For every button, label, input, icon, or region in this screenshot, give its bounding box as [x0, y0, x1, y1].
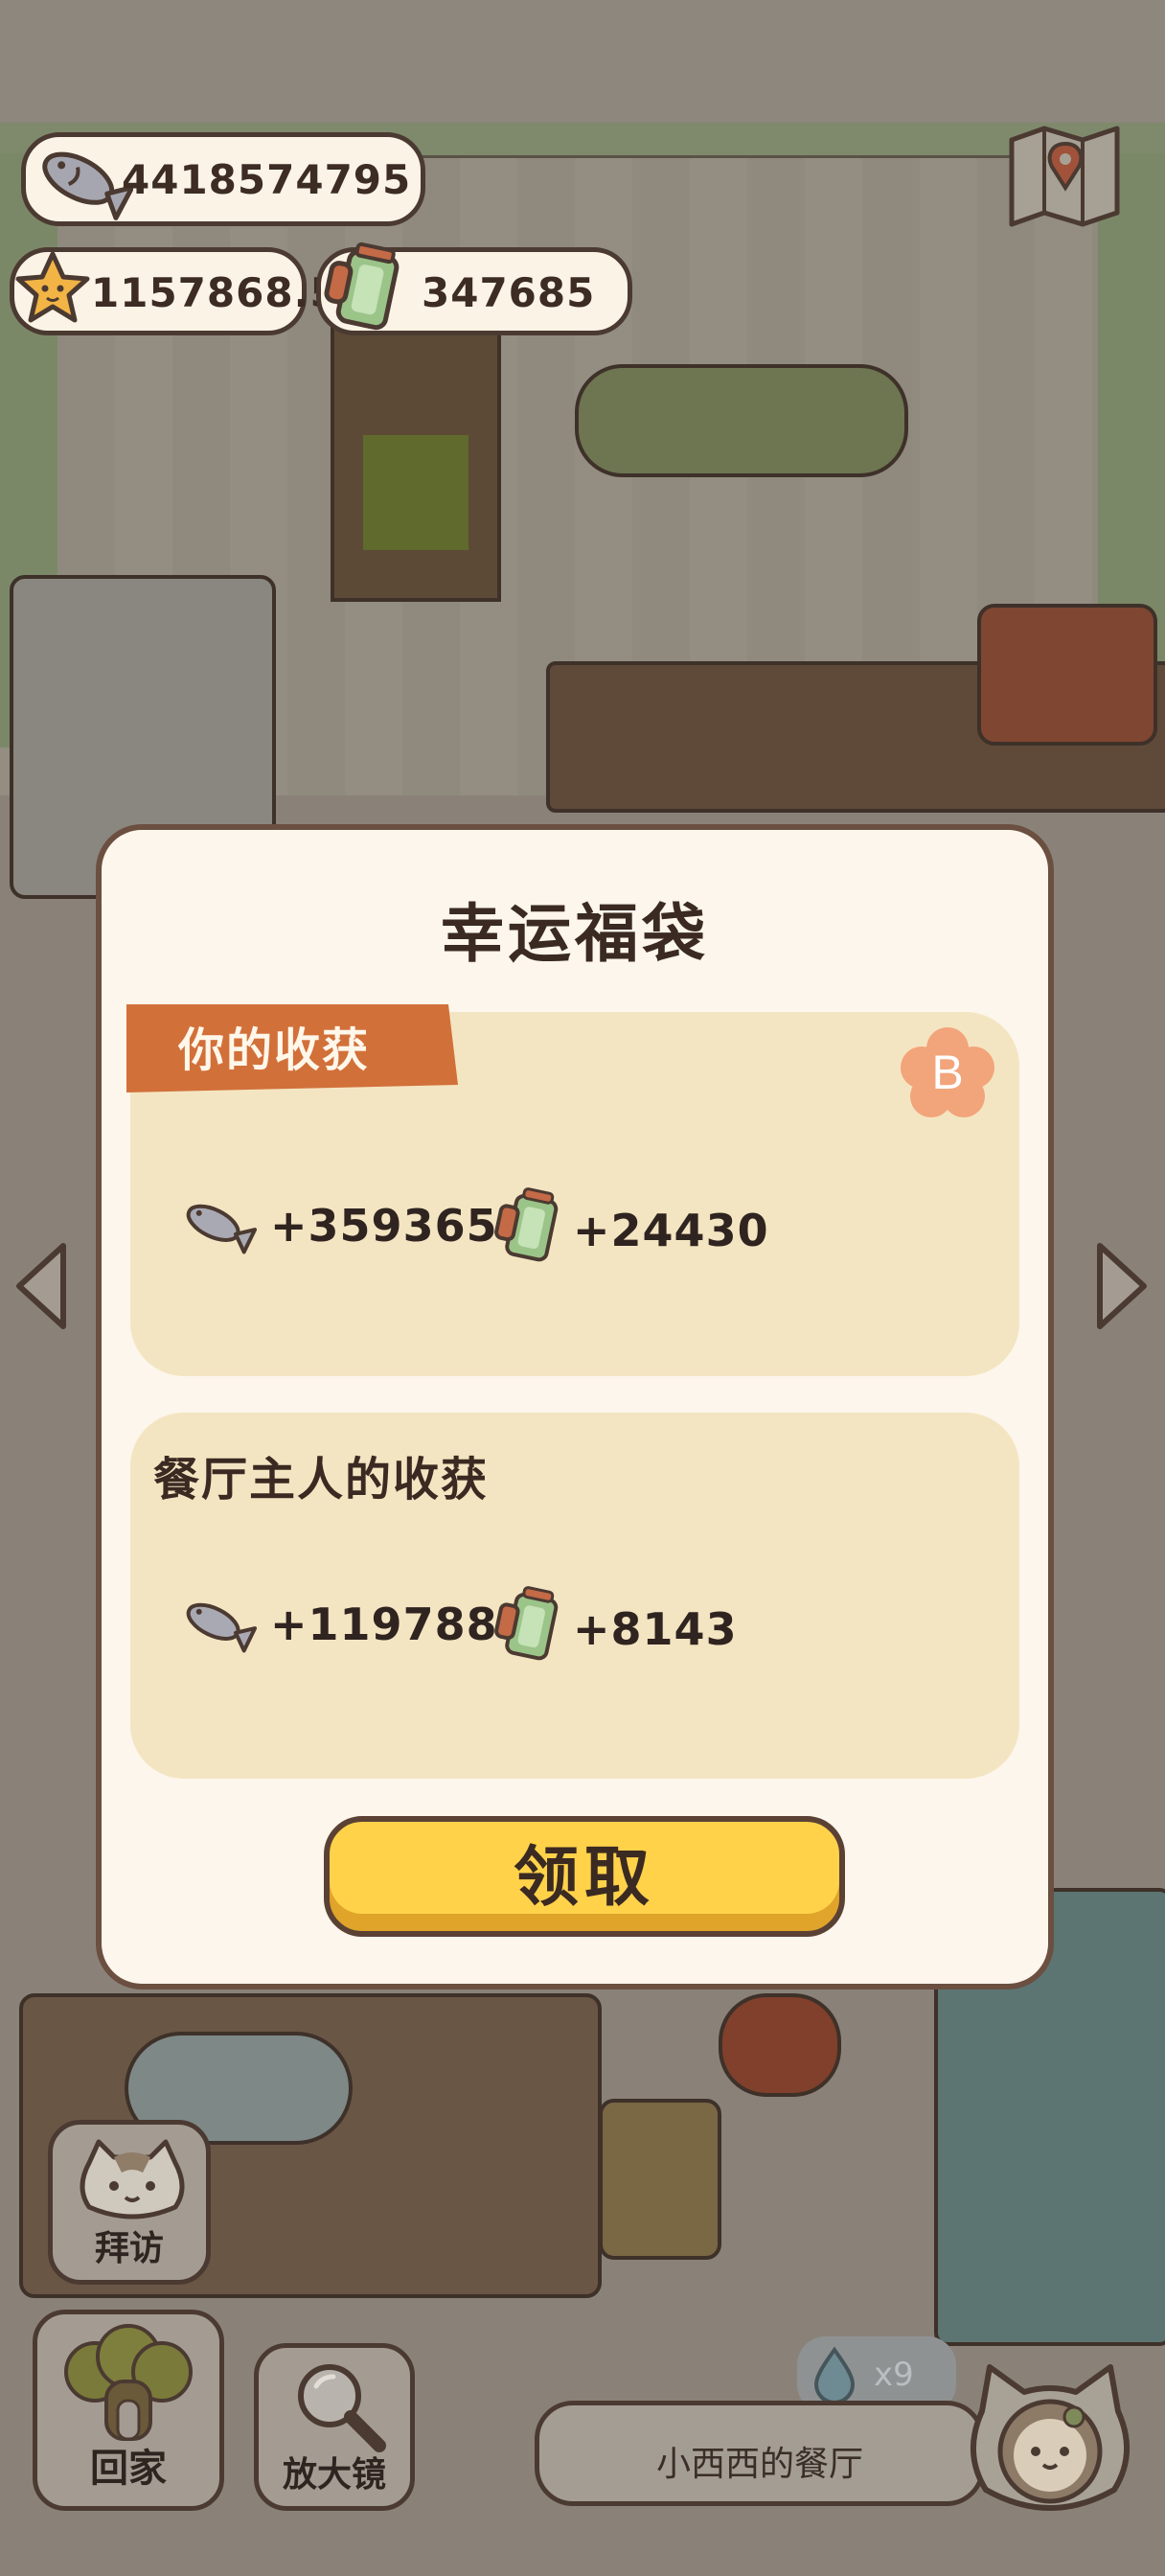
- cup-currency-counter: 347685: [316, 242, 632, 335]
- window-decor: [331, 316, 501, 602]
- claim-button[interactable]: 领取: [324, 1816, 845, 1937]
- water-drop-count: x9: [874, 2356, 914, 2394]
- fish-icon: [34, 137, 135, 229]
- owner-fish-reward: +119788: [178, 1591, 498, 1658]
- star-count-value: 1157868.5: [91, 269, 339, 316]
- your-fish-reward: +359365: [178, 1192, 498, 1259]
- visit-button[interactable]: 拜访: [48, 2120, 211, 2285]
- restaurant-name: 小西西的餐厅: [655, 2445, 863, 2484]
- next-arrow-button[interactable]: [1088, 1236, 1155, 1336]
- visit-label: 拜访: [94, 2229, 164, 2268]
- owner-cup-reward: +8143: [492, 1585, 738, 1666]
- chevron-left-icon: [16, 1243, 66, 1329]
- flower-badge-icon: B: [901, 1027, 994, 1117]
- star-rating-counter: 1157868.5: [10, 247, 338, 335]
- cat-face-icon: [80, 2139, 185, 2220]
- claim-button-label: 领取: [513, 1839, 655, 1916]
- your-harvest-panel: 你的收获 B +359365 +24430: [126, 1004, 1019, 1376]
- owner-harvest-panel: 餐厅主人的收获 +119788 +8143: [130, 1413, 1019, 1779]
- owner-cup-amount: +8143: [573, 1603, 738, 1655]
- magnifier-button[interactable]: 放大镜: [254, 2343, 415, 2511]
- chevron-right-icon: [1097, 1243, 1147, 1329]
- your-cup-amount: +24430: [573, 1205, 769, 1256]
- water-drop-icon: [813, 2346, 856, 2404]
- grade-badge: B: [895, 1025, 1000, 1121]
- lucky-bag-dialog: 幸运福袋 你的收获 B +359365 +24430 餐厅主人的收获 +1197…: [96, 824, 1054, 1990]
- cat-avatar-icon: [971, 2364, 1130, 2511]
- your-harvest-ribbon: 你的收获: [126, 1004, 464, 1092]
- map-icon: [1009, 126, 1120, 227]
- fish-currency-counter: 4418574795: [21, 132, 425, 226]
- your-cup-reward: +24430: [492, 1186, 769, 1267]
- dialog-title: 幸运福袋: [441, 897, 709, 971]
- cup-icon: [494, 1586, 559, 1661]
- basket-decor: [599, 2099, 721, 2260]
- grade-letter: B: [931, 1046, 963, 1099]
- your-fish-amount: +359365: [270, 1200, 498, 1252]
- cup-count-value: 347685: [422, 269, 596, 316]
- star-icon: [12, 248, 93, 333]
- owner-harvest-label: 餐厅主人的收获: [153, 1453, 490, 1506]
- plant-shelf-decor: [575, 364, 908, 477]
- tree-house-icon: [64, 2324, 193, 2441]
- your-harvest-label: 你的收获: [178, 1024, 371, 1077]
- previous-arrow-button[interactable]: [8, 1236, 75, 1336]
- owner-fish-amount: +119788: [270, 1598, 498, 1650]
- home-button[interactable]: 回家: [33, 2310, 224, 2511]
- map-button[interactable]: [1004, 121, 1125, 232]
- fish-icon: [186, 1602, 258, 1653]
- cup-icon: [321, 237, 413, 342]
- magnifier-icon: [298, 2364, 386, 2452]
- oven-decor: [977, 604, 1157, 746]
- home-label: 回家: [90, 2447, 167, 2491]
- magnifier-label: 放大镜: [282, 2455, 386, 2495]
- cup-icon: [494, 1187, 559, 1262]
- restaurant-name-bar[interactable]: 小西西的餐厅: [535, 2401, 985, 2506]
- fish-count-value: 4418574795: [122, 156, 412, 203]
- fish-icon: [186, 1204, 258, 1254]
- vase-decor: [719, 1993, 841, 2097]
- owner-avatar-button[interactable]: [961, 2358, 1139, 2520]
